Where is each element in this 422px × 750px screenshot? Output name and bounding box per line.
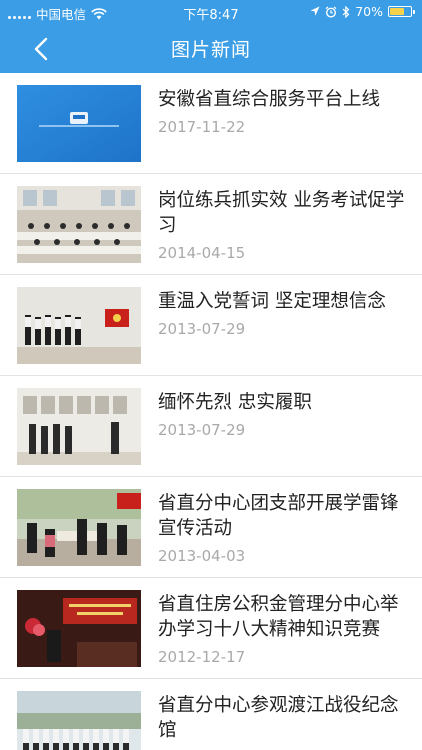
news-date: 2013-04-03	[158, 547, 246, 565]
news-thumbnail	[17, 590, 141, 667]
news-title: 重温入党誓词 坚定理想信念	[158, 291, 386, 312]
location-icon	[310, 6, 320, 16]
news-item[interactable]: 安徽省直综合服务平台上线 2017-11-22	[0, 73, 422, 174]
news-thumbnail	[17, 489, 141, 566]
news-item[interactable]: 省直住房公积金管理分中心举办学习十八大精神知识竞赛 2012-12-17	[0, 578, 422, 679]
news-thumbnail	[17, 85, 141, 162]
status-right: 70%	[310, 4, 415, 19]
battery-percent: 70%	[355, 4, 383, 19]
news-item[interactable]: 省直分中心团支部开展学雷锋宣传活动 2013-04-03	[0, 477, 422, 578]
news-item[interactable]: 缅怀先烈 忠实履职 2013-07-29	[0, 376, 422, 477]
news-title: 岗位练兵抓实效 业务考试促学习	[158, 190, 405, 236]
news-title: 安徽省直综合服务平台上线	[158, 89, 381, 110]
page-title: 图片新闻	[170, 39, 251, 61]
news-item[interactable]: 省直分中心参观渡江战役纪念馆	[0, 679, 422, 750]
alarm-icon	[325, 5, 337, 18]
nav-bar: 图片新闻	[0, 24, 422, 73]
news-thumbnail	[17, 186, 141, 263]
news-date: 2014-04-15	[158, 244, 246, 262]
bluetooth-icon	[342, 5, 350, 18]
battery-icon	[388, 6, 415, 17]
news-thumbnail	[17, 691, 141, 750]
news-title: 省直分中心团支部开展学雷锋宣传活动	[158, 493, 399, 539]
news-date: 2017-11-22	[158, 118, 246, 136]
news-thumbnail	[17, 388, 141, 465]
news-date: 2013-07-29	[158, 320, 246, 338]
news-thumbnail	[17, 287, 141, 364]
news-list: 安徽省直综合服务平台上线 2017-11-22 岗位练兵抓实效 业务考试促学习 …	[0, 73, 422, 750]
news-item[interactable]: 重温入党誓词 坚定理想信念 2013-07-29	[0, 275, 422, 376]
news-date: 2013-07-29	[158, 421, 246, 439]
news-item[interactable]: 岗位练兵抓实效 业务考试促学习 2014-04-15	[0, 174, 422, 275]
news-title: 省直住房公积金管理分中心举办学习十八大精神知识竞赛	[158, 594, 399, 640]
status-bar: 中国电信 下午8:47 70%	[0, 0, 422, 24]
news-date: 2012-12-17	[158, 648, 246, 666]
news-title: 缅怀先烈 忠实履职	[158, 392, 312, 413]
news-title: 省直分中心参观渡江战役纪念馆	[158, 695, 399, 741]
